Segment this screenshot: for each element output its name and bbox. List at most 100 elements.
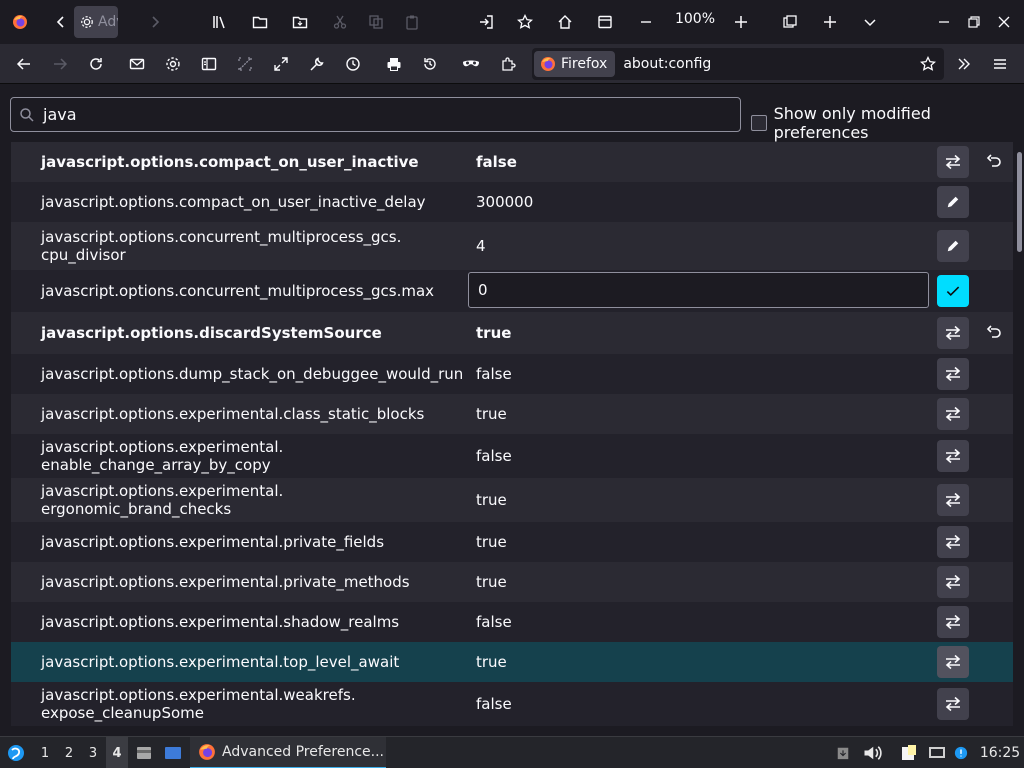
extensions-puzzle-icon[interactable] — [498, 44, 518, 84]
toggle-button[interactable] — [937, 358, 969, 390]
identity-box[interactable]: Firefox — [534, 51, 616, 77]
print-icon[interactable] — [384, 44, 404, 84]
zoom-level[interactable]: 100% — [668, 0, 722, 41]
settings-gear-icon[interactable] — [163, 44, 183, 84]
home-icon[interactable] — [555, 0, 575, 44]
screenshot-icon[interactable] — [780, 0, 800, 44]
bookmark-star-icon[interactable] — [920, 56, 936, 72]
url-text[interactable]: about:config — [623, 56, 711, 72]
bookmark-page-icon[interactable] — [515, 0, 535, 44]
search-input[interactable]: java — [10, 97, 741, 132]
scroll-tabs-left-icon[interactable] — [50, 0, 72, 44]
hamburger-menu-icon[interactable] — [990, 44, 1010, 84]
show-modified-toggle[interactable]: Show only modified preferences — [751, 104, 1024, 142]
close-icon[interactable] — [994, 0, 1014, 44]
library-icon[interactable] — [210, 0, 230, 44]
back-arrow-icon[interactable] — [14, 44, 34, 84]
email-link-icon[interactable] — [127, 44, 147, 84]
restore-icon[interactable] — [964, 0, 984, 44]
toggle-button[interactable] — [937, 606, 969, 638]
zoom-out-icon[interactable] — [636, 0, 656, 44]
clipboard-tray-icon[interactable] — [834, 737, 852, 768]
forward-arrow-icon[interactable] — [50, 44, 70, 84]
toggle-arrows-icon — [945, 366, 961, 382]
search-value[interactable]: java — [43, 105, 77, 124]
pref-row[interactable]: javascript.options.experimental.weakrefs… — [11, 682, 1013, 726]
save-button[interactable] — [937, 275, 969, 307]
restore-session-icon[interactable] — [420, 44, 440, 84]
private-browsing-mask-icon[interactable] — [460, 44, 482, 84]
about-config-page: java Show only modified preferences java… — [0, 85, 1024, 735]
toggle-button[interactable] — [937, 526, 969, 558]
sidebar-toggle-icon[interactable] — [199, 44, 219, 84]
toggle-button[interactable] — [937, 146, 969, 178]
scroll-tabs-right-icon[interactable] — [146, 0, 164, 44]
volume-icon[interactable] — [862, 737, 882, 768]
sidebar-window-icon[interactable] — [595, 0, 615, 44]
toggle-button[interactable] — [937, 688, 969, 720]
firefox-menu-icon[interactable] — [6, 0, 34, 44]
tab-advanced-preferences[interactable]: Advanced Preferences — [74, 6, 118, 38]
toggle-button[interactable] — [937, 317, 969, 349]
minimize-icon[interactable] — [934, 0, 954, 44]
toggle-arrows-icon — [945, 574, 961, 590]
screenshot-disabled-icon[interactable] — [235, 44, 255, 84]
pref-value: false — [476, 447, 512, 465]
pref-row[interactable]: javascript.options.concurrent_multiproce… — [11, 222, 1013, 270]
pref-value[interactable]: 0 — [478, 281, 488, 299]
workspace-4[interactable]: 4 — [106, 737, 128, 768]
pref-row[interactable]: javascript.options.concurrent_multiproce… — [11, 270, 1013, 312]
toggle-button[interactable] — [937, 484, 969, 516]
reset-button[interactable] — [985, 153, 1003, 171]
toggle-button[interactable] — [937, 566, 969, 598]
file-manager-icon[interactable] — [134, 737, 154, 768]
pref-row[interactable]: javascript.options.experimental.top_leve… — [11, 642, 1013, 682]
new-folder-icon[interactable] — [250, 0, 270, 44]
open-file-icon[interactable] — [476, 0, 496, 44]
pref-row[interactable]: javascript.options.experimental. enable_… — [11, 434, 1013, 478]
overflow-chevron-icon[interactable] — [954, 44, 974, 84]
copy-icon[interactable] — [366, 0, 386, 44]
pref-row[interactable]: javascript.options.experimental.class_st… — [11, 394, 1013, 434]
developer-tools-wrench-icon[interactable] — [307, 44, 327, 84]
new-tab-icon[interactable] — [820, 0, 840, 44]
url-bar[interactable]: Firefox about:config — [532, 48, 944, 80]
list-all-tabs-icon[interactable] — [860, 0, 880, 44]
edit-button[interactable] — [937, 230, 969, 262]
workspace-3[interactable]: 3 — [82, 737, 104, 768]
notifications-tray-icon[interactable] — [952, 737, 970, 768]
pref-row[interactable]: javascript.options.compact_on_user_inact… — [11, 142, 1013, 182]
pref-row[interactable]: javascript.options.discardSystemSource tr… — [11, 312, 1013, 354]
history-clock-icon[interactable] — [343, 44, 363, 84]
app-launcher-icon[interactable] — [4, 737, 28, 768]
fullscreen-icon[interactable] — [271, 44, 291, 84]
workspace-2[interactable]: 2 — [58, 737, 80, 768]
show-modified-checkbox[interactable] — [751, 115, 767, 131]
network-tray-icon[interactable] — [926, 737, 948, 768]
workspace-1[interactable]: 1 — [34, 737, 56, 768]
clock[interactable]: 16:25 — [978, 737, 1022, 768]
scrollbar-thumb[interactable] — [1017, 152, 1022, 252]
toggle-button[interactable] — [937, 440, 969, 472]
pref-value-input[interactable]: 0 — [468, 272, 929, 308]
taskbar-firefox-window[interactable]: Advanced Preference... — [190, 737, 386, 768]
desktop-icon[interactable] — [162, 737, 184, 768]
cut-icon[interactable] — [330, 0, 350, 44]
pref-row[interactable]: javascript.options.compact_on_user_inact… — [11, 182, 1013, 222]
notes-tray-icon[interactable] — [898, 737, 920, 768]
pref-row[interactable]: javascript.options.experimental.private_… — [11, 522, 1013, 562]
reset-button[interactable] — [985, 324, 1003, 342]
toggle-button[interactable] — [937, 646, 969, 678]
pref-row[interactable]: javascript.options.experimental.private_… — [11, 562, 1013, 602]
paste-icon[interactable] — [402, 0, 422, 44]
reload-icon[interactable] — [86, 44, 106, 84]
pref-value: true — [476, 491, 507, 509]
toggle-button[interactable] — [937, 398, 969, 430]
edit-button[interactable] — [937, 186, 969, 218]
pref-name: javascript.options.discardSystemSource — [41, 324, 382, 342]
pref-row[interactable]: javascript.options.dump_stack_on_debugge… — [11, 354, 1013, 394]
zoom-in-icon[interactable] — [731, 0, 751, 44]
pref-row[interactable]: javascript.options.experimental.shadow_r… — [11, 602, 1013, 642]
pref-row[interactable]: javascript.options.experimental. ergonom… — [11, 478, 1013, 522]
downloads-folder-icon[interactable] — [290, 0, 310, 44]
